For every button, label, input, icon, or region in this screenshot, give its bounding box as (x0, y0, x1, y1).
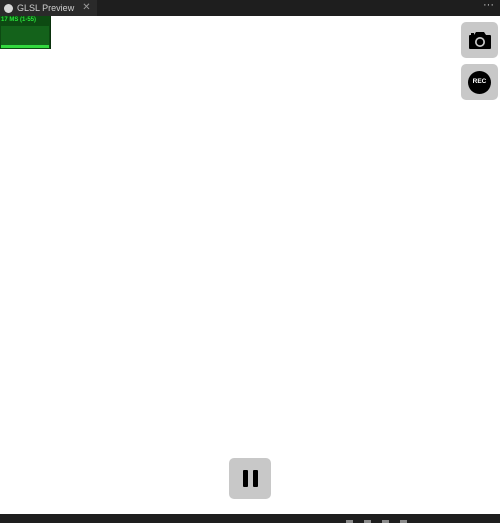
close-icon[interactable]: ✕ (82, 0, 90, 16)
more-actions-icon[interactable]: ··· (483, 0, 494, 11)
screenshot-button[interactable] (461, 22, 498, 58)
pause-icon (242, 470, 248, 487)
stats-graph-fill (1, 45, 49, 48)
glsl-preview-panel: GLSL Preview ✕ ··· 17 MS (1-55) REC (0, 0, 500, 523)
preview-icon (4, 3, 13, 13)
status-bar (0, 514, 500, 523)
tab-glsl-preview[interactable]: GLSL Preview ✕ (0, 0, 97, 16)
tab-title: GLSL Preview (17, 3, 75, 13)
stats-graph (1, 26, 49, 48)
tab-bar: GLSL Preview ✕ ··· (0, 0, 500, 16)
record-button[interactable]: REC (461, 64, 498, 100)
performance-stats-panel[interactable]: 17 MS (1-55) (0, 16, 51, 49)
camera-icon (468, 32, 491, 49)
record-icon: REC (468, 70, 491, 94)
record-label: REC (472, 77, 487, 85)
pause-icon (252, 470, 258, 487)
pause-button[interactable] (229, 458, 271, 499)
stats-readout: 17 MS (1-55) (1, 17, 37, 23)
